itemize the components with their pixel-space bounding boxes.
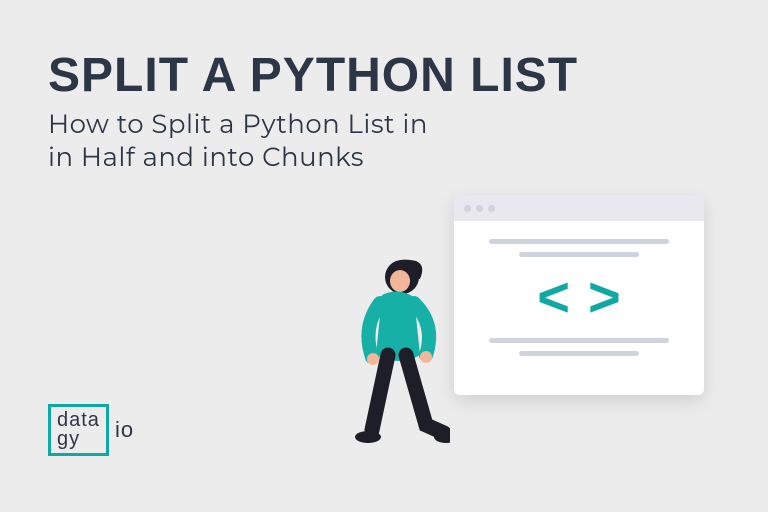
placeholder-line	[489, 338, 669, 343]
code-window-illustration: < >	[454, 195, 704, 395]
window-dot-icon	[488, 205, 495, 212]
window-dot-icon	[476, 205, 483, 212]
logo-suffix: io	[115, 417, 134, 443]
angle-right-icon: >	[588, 275, 621, 320]
page-title: SPLIT A PYTHON LIST	[48, 48, 578, 103]
code-brackets-icon: < >	[537, 275, 620, 320]
page-subtitle: How to Split a Python List in in Half an…	[48, 108, 428, 173]
window-titlebar	[454, 195, 704, 221]
window-content: < >	[454, 221, 704, 374]
window-dot-icon	[464, 205, 471, 212]
placeholder-line	[519, 351, 639, 356]
logo-text-line2: gy	[57, 430, 100, 449]
datagy-logo: data gy io	[48, 404, 134, 456]
logo-box: data gy	[48, 404, 109, 456]
angle-left-icon: <	[537, 275, 570, 320]
subtitle-line-1: How to Split a Python List in	[48, 108, 428, 141]
person-walking-illustration	[340, 255, 450, 470]
subtitle-line-2: in Half and into Chunks	[48, 141, 428, 174]
placeholder-line	[519, 252, 639, 257]
placeholder-line	[489, 239, 669, 244]
